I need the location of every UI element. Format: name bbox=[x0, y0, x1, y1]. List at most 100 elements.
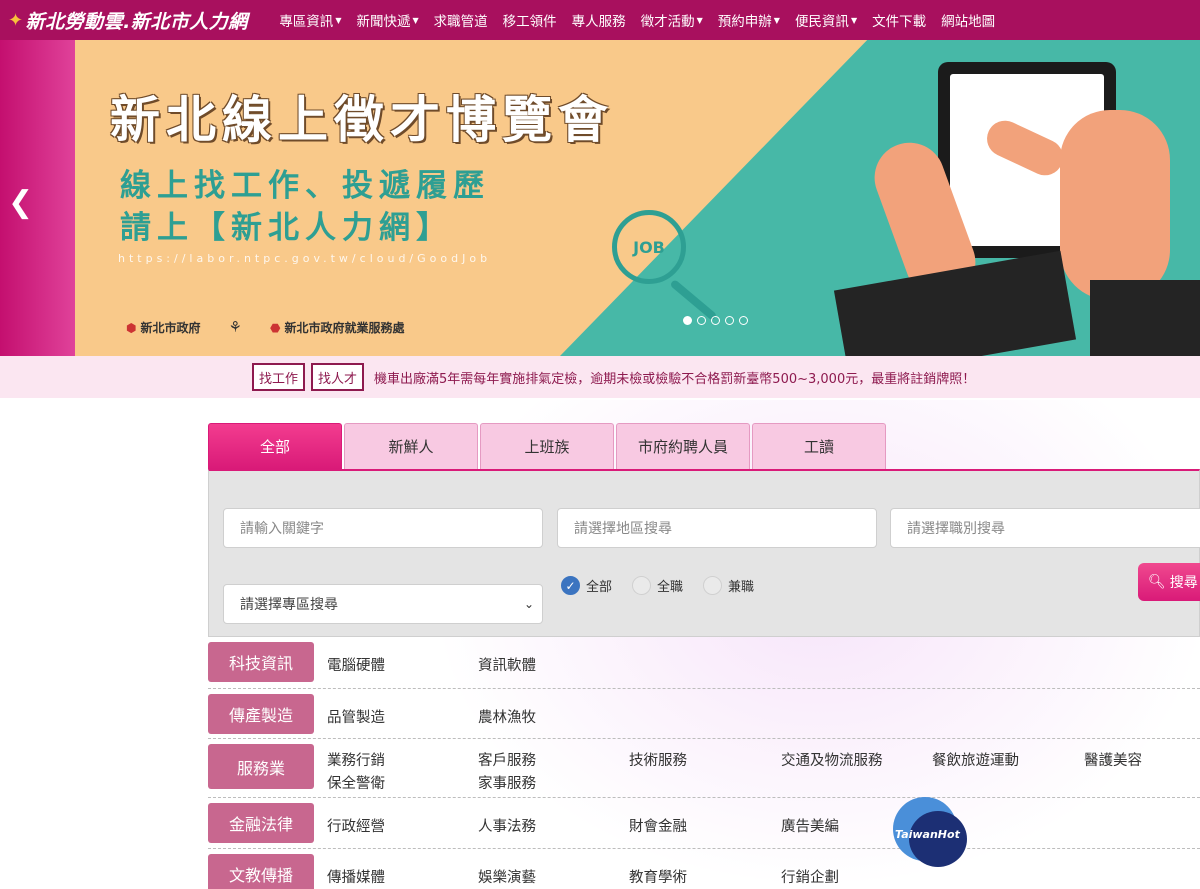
keyword-input[interactable]: 請輸入關鍵字 bbox=[223, 508, 543, 548]
search-button-label: 搜尋 bbox=[1169, 575, 1198, 591]
ntpc-gov-logo-text: 新北市政府 bbox=[140, 320, 201, 335]
caret-down-icon: ▼ bbox=[850, 15, 858, 25]
carousel-dot[interactable] bbox=[697, 316, 706, 325]
zone-select[interactable]: 請選擇專區搜尋 ⌄ bbox=[223, 584, 543, 624]
category-item[interactable]: 醫護美容 bbox=[1084, 749, 1142, 770]
category-label[interactable]: 傳產製造 bbox=[208, 694, 314, 734]
category-item[interactable]: 行政經營 bbox=[327, 815, 385, 836]
category-row-tech: 科技資訊 電腦硬體 資訊軟體 bbox=[208, 637, 1200, 689]
banner-subtitle-1: 線上找工作、投遞履歷 bbox=[120, 168, 490, 204]
category-item[interactable]: 財會金融 bbox=[629, 815, 687, 836]
category-item[interactable]: 農林漁牧 bbox=[478, 706, 536, 727]
nav-label: 預約申辦 bbox=[717, 14, 772, 30]
watermark-text: TaiwanHot bbox=[895, 828, 960, 841]
category-item[interactable]: 傳播媒體 bbox=[327, 866, 385, 887]
caret-down-icon: ▼ bbox=[412, 15, 419, 25]
area-select[interactable]: 請選擇地區搜尋 bbox=[557, 508, 877, 548]
category-item[interactable]: 技術服務 bbox=[629, 749, 687, 770]
carousel-dot[interactable] bbox=[725, 316, 734, 325]
chevron-down-icon: ⌄ bbox=[523, 597, 534, 611]
nav-label: 新聞快遞 bbox=[356, 14, 411, 30]
marquee-notice-text[interactable]: 機車出廠滿5年需每年實施排氣定檢，逾期未檢或檢驗不合格罰新臺幣500~3,000… bbox=[374, 368, 975, 387]
nav-item-news[interactable]: 新聞快遞 ▼ bbox=[349, 10, 426, 30]
carousel-prev-icon[interactable]: ❮ bbox=[8, 185, 33, 220]
category-item[interactable]: 客戶服務 bbox=[478, 749, 536, 770]
checkmark-icon: ✓ bbox=[561, 576, 580, 595]
caret-down-icon: ▼ bbox=[335, 15, 342, 25]
banner-url: https://labor.ntpc.gov.tw/cloud/GoodJob bbox=[118, 252, 492, 265]
category-row-manufacturing: 傳產製造 品管製造 農林漁牧 bbox=[208, 689, 1200, 739]
nav-item-downloads[interactable]: 文件下載 bbox=[865, 10, 934, 30]
radio-part-time-label: 兼職 bbox=[728, 580, 755, 595]
category-item[interactable]: 廣告美編 bbox=[781, 815, 839, 836]
tab-office-worker[interactable]: 上班族 bbox=[480, 423, 614, 469]
site-logo[interactable]: ✦ 新北勞動雲.新北市人力網 bbox=[0, 0, 248, 40]
category-item[interactable]: 娛樂演藝 bbox=[478, 866, 536, 887]
category-item[interactable]: 餐飲旅遊運動 bbox=[932, 749, 1019, 770]
job-type-tabs: 全部 新鮮人 上班族 市府約聘人員 工讀 bbox=[208, 423, 886, 469]
nav-item-sitemap[interactable]: 網站地圖 bbox=[934, 10, 1003, 30]
nav-label: 便民資訊 bbox=[794, 14, 849, 30]
category-item[interactable]: 保全警衛 bbox=[327, 772, 385, 793]
tab-fresh-graduate[interactable]: 新鮮人 bbox=[344, 423, 478, 469]
nav-label: 專人服務 bbox=[571, 14, 626, 30]
category-item[interactable]: 教育學術 bbox=[629, 866, 687, 887]
nav-item-zone-info[interactable]: 專區資訊 ▼ bbox=[272, 10, 349, 30]
nav-item-personal-service[interactable]: 專人服務 bbox=[564, 10, 633, 30]
tab-city-contract-staff[interactable]: 市府約聘人員 bbox=[616, 423, 750, 469]
notice-bar: 找工作 找人才 機車出廠滿5年需每年實施排氣定檢，逾期未檢或檢驗不合格罰新臺幣5… bbox=[0, 356, 1200, 398]
nav-label: 文件下載 bbox=[872, 14, 927, 30]
carousel-dot[interactable] bbox=[739, 316, 748, 325]
find-talent-button[interactable]: 找人才 bbox=[311, 363, 365, 391]
search-button[interactable]: 🔍︎ 搜尋 bbox=[1138, 563, 1200, 601]
banner-carousel: ❮ 新北線上徵才博覽會 線上找工作、投遞履歷 請上【新北人力網】 https:/… bbox=[0, 40, 1200, 356]
taiwanhot-watermark: TaiwanHot bbox=[893, 797, 967, 867]
category-item[interactable]: 家事服務 bbox=[478, 772, 536, 793]
category-item[interactable]: 交通及物流服務 bbox=[781, 749, 883, 770]
nav-label: 移工領件 bbox=[502, 14, 557, 30]
tab-part-time-student[interactable]: 工讀 bbox=[752, 423, 886, 469]
employment-service-logo-text: 新北市政府就業服務處 bbox=[284, 320, 405, 335]
sleeve-right-illustration bbox=[1090, 280, 1200, 356]
tab-all[interactable]: 全部 bbox=[208, 423, 342, 469]
radio-all[interactable]: ✓ 全部 bbox=[561, 576, 612, 595]
runner-icon: ✦ bbox=[8, 9, 24, 31]
magnifier-text: JOB bbox=[633, 237, 665, 257]
banner-org-logos: ⬢ 新北市政府 ⚘ ⬣ 新北市政府就業服務處 bbox=[126, 318, 404, 336]
nav-label: 徵才活動 bbox=[640, 14, 695, 30]
category-item[interactable]: 行銷企劃 bbox=[781, 866, 839, 887]
category-label[interactable]: 金融法律 bbox=[208, 803, 314, 843]
job-category-select[interactable]: 請選擇職別搜尋 bbox=[890, 508, 1200, 548]
employment-seal-icon: ⬣ bbox=[269, 320, 281, 335]
ntpc-gov-logo: ⬢ 新北市政府 bbox=[126, 319, 201, 336]
category-item[interactable]: 品管製造 bbox=[327, 706, 385, 727]
radio-full-time[interactable]: 全職 bbox=[632, 576, 683, 595]
category-item[interactable]: 電腦硬體 bbox=[327, 654, 385, 675]
labor-dept-logo-icon: ⚘ bbox=[228, 318, 242, 336]
category-label[interactable]: 科技資訊 bbox=[208, 642, 314, 682]
category-item[interactable]: 人事法務 bbox=[478, 815, 536, 836]
find-job-button[interactable]: 找工作 bbox=[252, 363, 306, 391]
category-item[interactable]: 資訊軟體 bbox=[478, 654, 536, 675]
banner-title: 新北線上徵才博覽會 bbox=[110, 90, 614, 149]
carousel-dot[interactable] bbox=[711, 316, 720, 325]
nav-item-public-info[interactable]: 便民資訊 ▼ bbox=[787, 10, 864, 30]
site-logo-text: 新北勞動雲.新北市人力網 bbox=[25, 10, 248, 33]
category-row-education-media: 文教傳播 傳播媒體 娛樂演藝 教育學術 行銷企劃 bbox=[208, 849, 1200, 889]
gov-seal-icon: ⬢ bbox=[126, 320, 137, 335]
hand-right-illustration bbox=[1060, 110, 1170, 300]
employment-type-radios: ✓ 全部 全職 兼職 bbox=[561, 576, 754, 595]
category-label[interactable]: 文教傳播 bbox=[208, 854, 314, 889]
nav-item-recruitment-events[interactable]: 徵才活動 ▼ bbox=[633, 10, 710, 30]
nav-item-migrant-workers[interactable]: 移工領件 bbox=[495, 10, 564, 30]
nav-item-job-channels[interactable]: 求職管道 bbox=[426, 10, 495, 30]
category-label[interactable]: 服務業 bbox=[208, 744, 314, 789]
radio-part-time[interactable]: 兼職 bbox=[703, 576, 754, 595]
category-row-finance-law: 金融法律 行政經營 人事法務 財會金融 廣告美編 bbox=[208, 798, 1200, 849]
carousel-dot[interactable] bbox=[683, 316, 692, 325]
category-item[interactable]: 業務行銷 bbox=[327, 749, 385, 770]
nav-label: 求職管道 bbox=[433, 14, 488, 30]
banner-subtitle-2: 請上【新北人力網】 bbox=[120, 210, 453, 246]
category-row-service: 服務業 業務行銷 客戶服務 技術服務 交通及物流服務 餐飲旅遊運動 醫護美容 保… bbox=[208, 739, 1200, 798]
nav-item-appointments[interactable]: 預約申辦 ▼ bbox=[710, 10, 787, 30]
